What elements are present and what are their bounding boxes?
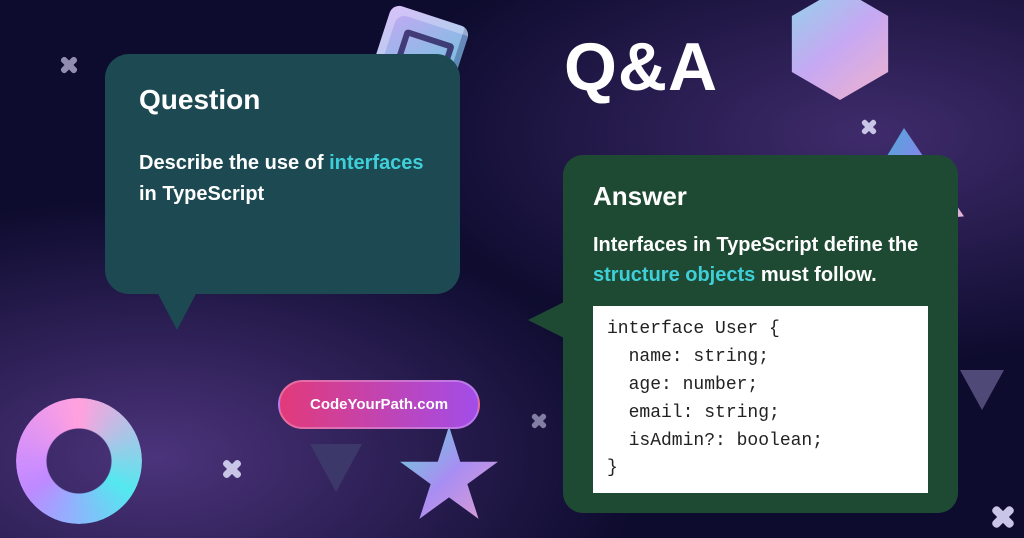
sparkle-x-icon <box>990 504 1016 530</box>
triangle-down-icon <box>310 444 362 492</box>
answer-heading: Answer <box>593 181 928 212</box>
triangle-icon <box>960 370 1004 410</box>
answer-prefix: Interfaces in TypeScript define the <box>593 234 918 256</box>
answer-speech-tail <box>528 300 568 340</box>
question-speech-tail <box>155 288 199 330</box>
qa-heading: Q&A <box>564 28 718 106</box>
question-heading: Question <box>139 84 426 116</box>
question-suffix: in TypeScript <box>139 183 264 205</box>
question-card: Question Describe the use of interfaces … <box>105 54 460 294</box>
torus-shape <box>16 398 142 524</box>
star-shape <box>398 426 500 528</box>
icosahedron-shape <box>784 0 896 100</box>
sparkle-x-icon <box>59 55 79 75</box>
brand-badge: CodeYourPath.com <box>278 380 480 429</box>
code-snippet: interface User { name: string; age: numb… <box>593 306 928 493</box>
question-prefix: Describe the use of <box>139 152 329 174</box>
answer-highlight: structure objects <box>593 264 755 286</box>
sparkle-x-icon <box>860 118 878 136</box>
sparkle-x-icon <box>221 458 243 480</box>
sparkle-x-icon <box>530 412 548 430</box>
question-highlight: interfaces <box>329 152 424 174</box>
answer-suffix: must follow. <box>755 264 876 286</box>
answer-body: Interfaces in TypeScript define the stru… <box>593 230 928 290</box>
question-body: Describe the use of interfaces in TypeSc… <box>139 148 426 210</box>
answer-card: Answer Interfaces in TypeScript define t… <box>563 155 958 513</box>
